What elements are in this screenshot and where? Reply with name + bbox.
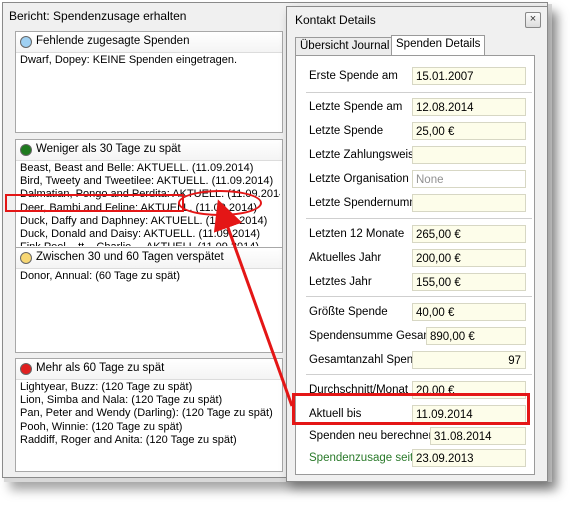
arrow-line <box>213 199 294 407</box>
annotation-arrow <box>213 199 294 407</box>
